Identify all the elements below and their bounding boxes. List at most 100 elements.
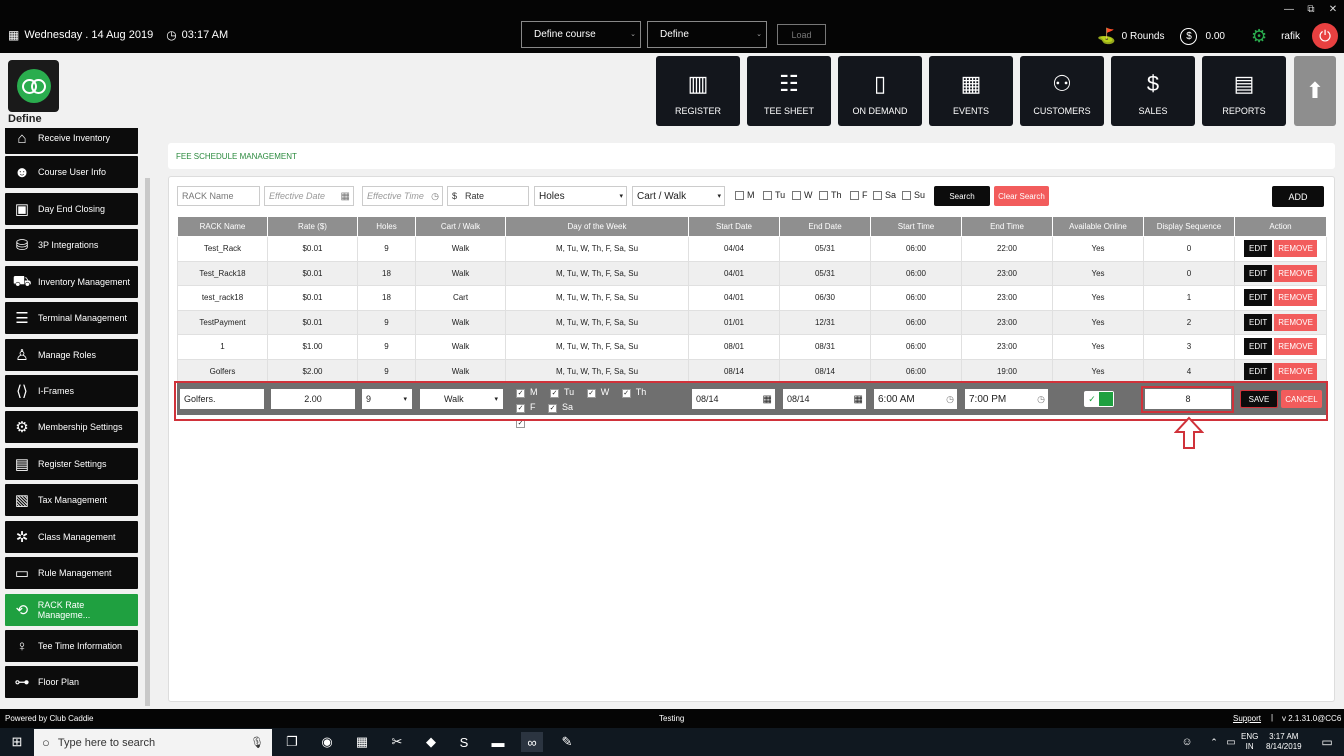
- table-cell: Yes: [1052, 358, 1144, 384]
- club-caddie-app-icon[interactable]: ∞: [521, 732, 543, 752]
- reports-tile[interactable]: ▤ REPORTS: [1202, 56, 1286, 126]
- remove-button[interactable]: REMOVE: [1274, 264, 1317, 282]
- sidebar-item-manage-roles[interactable]: ♙ Manage Roles: [5, 339, 138, 371]
- sublime-icon[interactable]: S: [453, 732, 475, 752]
- restore-icon[interactable]: ⧉: [1300, 0, 1322, 18]
- app-logo[interactable]: [8, 60, 59, 112]
- add-button[interactable]: ADD: [1272, 186, 1324, 207]
- checkbox[interactable]: [873, 190, 882, 200]
- course-select[interactable]: Define course ⌄: [521, 21, 641, 48]
- sidebar-item-tax-management[interactable]: ▧ Tax Management: [5, 484, 138, 516]
- cart-walk-select[interactable]: Cart / Walk ▾: [632, 186, 725, 206]
- holes-select[interactable]: Holes ▾: [534, 186, 627, 206]
- edit-button[interactable]: EDIT: [1244, 362, 1273, 380]
- day-filter-w[interactable]: W: [792, 190, 813, 200]
- network-icon[interactable]: ▭: [1220, 732, 1242, 752]
- search-button[interactable]: Search: [934, 186, 990, 206]
- notification-icon[interactable]: ▭: [1316, 732, 1338, 752]
- table-cell: $0.01: [267, 260, 358, 286]
- people-icon[interactable]: ☺: [1176, 732, 1198, 752]
- remove-button[interactable]: REMOVE: [1274, 289, 1317, 307]
- calculator-icon[interactable]: ▦: [351, 732, 373, 752]
- sidebar-item-receive-inventory[interactable]: ⌂ Receive Inventory: [5, 128, 138, 154]
- chrome-icon[interactable]: ◉: [316, 732, 338, 752]
- sidebar-item-floor-plan[interactable]: ⊶ Floor Plan: [5, 666, 138, 698]
- table-cell: Yes: [1052, 260, 1144, 286]
- edit-button[interactable]: EDIT: [1244, 289, 1273, 307]
- sidebar-item-iframes[interactable]: ⟨⟩ I-Frames: [5, 375, 138, 407]
- language-indicator[interactable]: ENG IN: [1241, 732, 1258, 752]
- day-filter-su[interactable]: Su: [902, 190, 925, 200]
- checkbox[interactable]: [792, 190, 801, 200]
- power-icon[interactable]: ⏻: [1312, 23, 1338, 49]
- sidebar-item-inventory-management[interactable]: ⛟ Inventory Management: [5, 266, 138, 298]
- close-icon[interactable]: ✕: [1322, 0, 1344, 18]
- table-cell: 0: [1143, 260, 1235, 286]
- taskbar-clock[interactable]: 3:17 AM 8/14/2019: [1266, 732, 1302, 752]
- windows-start-icon[interactable]: ⊞: [6, 732, 28, 752]
- rate-input[interactable]: $ Rate: [447, 186, 529, 206]
- edit-button[interactable]: EDIT: [1244, 264, 1273, 282]
- calendar-icon[interactable]: ▦: [341, 191, 350, 202]
- sequence-highlight-box: [1141, 386, 1234, 413]
- checkbox[interactable]: [819, 190, 828, 200]
- day-filter-m[interactable]: M: [735, 190, 755, 200]
- rack-name-input[interactable]: RACK Name: [177, 186, 260, 206]
- sidebar-item-day-end-closing[interactable]: ▣ Day End Closing: [5, 193, 138, 225]
- day-filter-tu[interactable]: Tu: [763, 190, 785, 200]
- app-icon[interactable]: ◆: [420, 732, 442, 752]
- datetime-area: ▦ Wednesday . 14 Aug 2019 ◷ 03:17 AM: [8, 28, 228, 42]
- load-button[interactable]: Load: [777, 24, 826, 45]
- effective-time-input[interactable]: Effective Time ◷: [362, 186, 443, 206]
- clear-search-button[interactable]: Clear Search: [994, 186, 1049, 206]
- sales-tile[interactable]: $ SALES: [1111, 56, 1195, 126]
- day-filter-f[interactable]: F: [850, 190, 868, 200]
- sidebar-item-tee-time-information[interactable]: ♀ Tee Time Information: [5, 630, 138, 662]
- gear-icon[interactable]: ⚙: [1251, 26, 1267, 47]
- snipping-tool-icon[interactable]: ✂: [386, 732, 408, 752]
- sidebar-item-rack-rate-management[interactable]: ⟲ RACK Rate Manageme...: [5, 594, 138, 626]
- remove-button[interactable]: REMOVE: [1274, 338, 1317, 356]
- clock-icon[interactable]: ◷: [431, 191, 439, 202]
- mobile-icon: ▯: [873, 71, 887, 96]
- edit-button[interactable]: EDIT: [1244, 240, 1273, 258]
- edit-button[interactable]: EDIT: [1244, 338, 1273, 356]
- tee-sheet-tile[interactable]: ☷ TEE SHEET: [747, 56, 831, 126]
- effective-date-input[interactable]: Effective Date ▦: [264, 186, 354, 206]
- table-cell: Golfers: [177, 358, 268, 384]
- sidebar-item-3p-integrations[interactable]: ⛁ 3P Integrations: [5, 229, 138, 261]
- define-select[interactable]: Define ⌄: [647, 21, 767, 48]
- remove-button[interactable]: REMOVE: [1274, 240, 1317, 258]
- sidebar-item-terminal-management[interactable]: ☰ Terminal Management: [5, 302, 138, 334]
- sidebar-scrollbar[interactable]: [145, 178, 150, 706]
- sidebar-item-class-management[interactable]: ✲ Class Management: [5, 521, 138, 553]
- checkbox[interactable]: [902, 190, 911, 200]
- sidebar-item-register-settings[interactable]: ▤ Register Settings: [5, 448, 138, 480]
- checkbox[interactable]: [763, 190, 772, 200]
- table-cell: Yes: [1052, 285, 1144, 311]
- task-view-icon[interactable]: ❐: [281, 732, 303, 752]
- remove-button[interactable]: REMOVE: [1274, 362, 1317, 380]
- scroll-up-button[interactable]: ⬆: [1294, 56, 1336, 126]
- checkbox[interactable]: [735, 190, 744, 200]
- microphone-icon[interactable]: 🎙: [250, 736, 264, 749]
- taskbar-search[interactable]: ○ Type here to search 🎙: [34, 729, 272, 756]
- edit-button[interactable]: EDIT: [1244, 313, 1273, 331]
- on-demand-tile[interactable]: ▯ ON DEMAND: [838, 56, 922, 126]
- cancel-button[interactable]: CANCEL: [1281, 390, 1322, 408]
- sidebar-item-rule-management[interactable]: ▭ Rule Management: [5, 557, 138, 589]
- sidebar-item-course-user-info[interactable]: ☻ Course User Info: [5, 156, 138, 188]
- minimize-icon[interactable]: —: [1278, 0, 1300, 18]
- support-link[interactable]: Support: [1233, 714, 1261, 723]
- sidebar-item-membership-settings[interactable]: ⚙ Membership Settings: [5, 411, 138, 443]
- checkbox[interactable]: [850, 190, 859, 200]
- customers-tile[interactable]: ⚇ CUSTOMERS: [1020, 56, 1104, 126]
- file-explorer-icon[interactable]: ▬: [487, 732, 509, 752]
- day-filter-sa[interactable]: Sa: [873, 190, 896, 200]
- remove-button[interactable]: REMOVE: [1274, 313, 1317, 331]
- day-filter-th[interactable]: Th: [819, 190, 842, 200]
- events-tile[interactable]: ▦ EVENTS: [929, 56, 1013, 126]
- paint-icon[interactable]: ✎: [556, 732, 578, 752]
- save-button[interactable]: SAVE: [1240, 390, 1278, 408]
- register-tile[interactable]: ▥ REGISTER: [656, 56, 740, 126]
